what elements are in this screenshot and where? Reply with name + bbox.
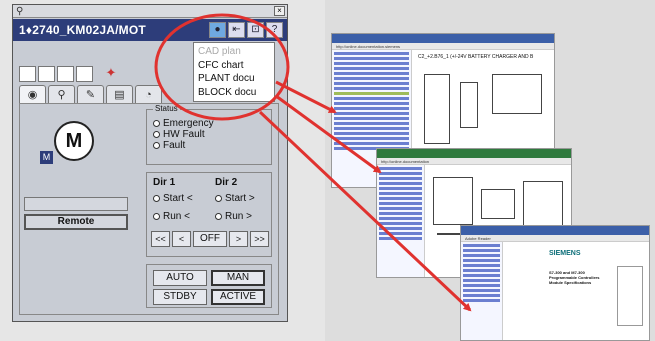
tab-trend[interactable]: ◔ bbox=[135, 85, 162, 104]
direction-group: Dir 1 Dir 2 Start < Run < Start > Run > … bbox=[146, 172, 272, 257]
menu-item-block-docu[interactable]: BLOCK docu bbox=[198, 86, 274, 100]
header-bar: 1♦2740_KM02JA/MOT ● ⇤ ⊡ ? bbox=[13, 19, 287, 41]
motor-symbol: M bbox=[54, 121, 94, 161]
tag-name: 1♦2740_KM02JA/MOT bbox=[19, 23, 146, 37]
tab-parameters[interactable]: ▤ bbox=[106, 85, 133, 104]
zoom-icon[interactable]: ⊡ bbox=[247, 22, 264, 38]
active-button[interactable]: ACTIVE bbox=[211, 289, 265, 305]
globe-icon[interactable]: ● bbox=[209, 22, 226, 38]
status-fault: Fault bbox=[153, 140, 214, 151]
radio-icon bbox=[153, 212, 160, 220]
status-group: Status Emergency HW Fault Fault bbox=[146, 104, 272, 165]
siemens-brand: SIEMENS bbox=[549, 250, 581, 257]
radio-icon bbox=[153, 141, 160, 149]
right-button[interactable]: > bbox=[229, 231, 248, 247]
status-legend: Status bbox=[153, 104, 180, 113]
radio-icon bbox=[215, 212, 222, 220]
menu-item-cfc-chart[interactable]: CFC chart bbox=[198, 59, 274, 73]
direction-buttons: << < OFF > >> bbox=[151, 231, 269, 247]
pin-icon[interactable]: ⇤ bbox=[228, 22, 245, 38]
radio-icon bbox=[153, 194, 160, 202]
message-field bbox=[24, 197, 128, 211]
faceplate-panel: M M Remote Status Emergency HW Fault Fau… bbox=[19, 103, 279, 315]
indicator-box bbox=[19, 66, 36, 82]
title-bar: ⚲ × bbox=[13, 5, 287, 18]
module-specifications: S7-300 and M7-300 Programmable Controlle… bbox=[549, 270, 600, 285]
close-button[interactable]: × bbox=[274, 6, 285, 16]
menu-item-plant-docu[interactable]: PLANT docu bbox=[198, 72, 274, 86]
cad-plan-title: C2_+2.B76_1 (+/-24V BATTERY CHARGER AND … bbox=[418, 54, 534, 60]
start-left-indicator: Start < bbox=[153, 193, 193, 204]
indicator-box bbox=[38, 66, 55, 82]
radio-icon bbox=[215, 194, 222, 202]
indicator-box bbox=[76, 66, 93, 82]
documentation-menu: CAD plan CFC chart PLANT docu BLOCK docu bbox=[193, 42, 275, 102]
motor-faceplate-window: ⚲ × 1♦2740_KM02JA/MOT ● ⇤ ⊡ ? CAD plan C… bbox=[12, 4, 288, 322]
tab-search[interactable]: ⚲ bbox=[48, 85, 75, 104]
indicator-boxes bbox=[19, 66, 93, 82]
stdby-button[interactable]: STDBY bbox=[153, 289, 207, 305]
mode-badge: M bbox=[40, 151, 53, 164]
start-right-indicator: Start > bbox=[215, 193, 255, 204]
block-docu-document: Adobe Reader SIEMENS S7-300 and M7-300 P… bbox=[460, 225, 650, 341]
tab-maintenance[interactable]: ✎ bbox=[77, 85, 104, 104]
trend-wave-icon[interactable]: ✦ bbox=[102, 65, 120, 83]
radio-icon bbox=[153, 130, 160, 138]
view-tabs: ◉ ⚲ ✎ ▤ ◔ bbox=[19, 85, 162, 104]
remote-indicator: Remote bbox=[24, 214, 128, 230]
off-button[interactable]: OFF bbox=[193, 231, 227, 247]
run-right-indicator: Run > bbox=[215, 211, 255, 222]
tab-standard[interactable]: ◉ bbox=[19, 85, 46, 104]
auto-button[interactable]: AUTO bbox=[153, 270, 207, 286]
fast-right-button[interactable]: >> bbox=[250, 231, 269, 247]
indicator-box bbox=[57, 66, 74, 82]
run-left-indicator: Run < bbox=[153, 211, 193, 222]
dir2-heading: Dir 2 bbox=[215, 177, 238, 188]
dir1-heading: Dir 1 bbox=[153, 177, 176, 188]
faceplate-icon: ⚲ bbox=[16, 6, 24, 17]
status-hw-fault: HW Fault bbox=[153, 129, 214, 140]
fast-left-button[interactable]: << bbox=[151, 231, 170, 247]
status-emergency: Emergency bbox=[153, 118, 214, 129]
left-button[interactable]: < bbox=[172, 231, 191, 247]
man-button[interactable]: MAN bbox=[211, 270, 265, 286]
help-icon[interactable]: ? bbox=[266, 22, 283, 38]
mode-group: AUTO MAN STDBY ACTIVE bbox=[146, 264, 272, 308]
radio-icon bbox=[153, 119, 160, 127]
menu-item-cad-plan[interactable]: CAD plan bbox=[198, 45, 274, 59]
